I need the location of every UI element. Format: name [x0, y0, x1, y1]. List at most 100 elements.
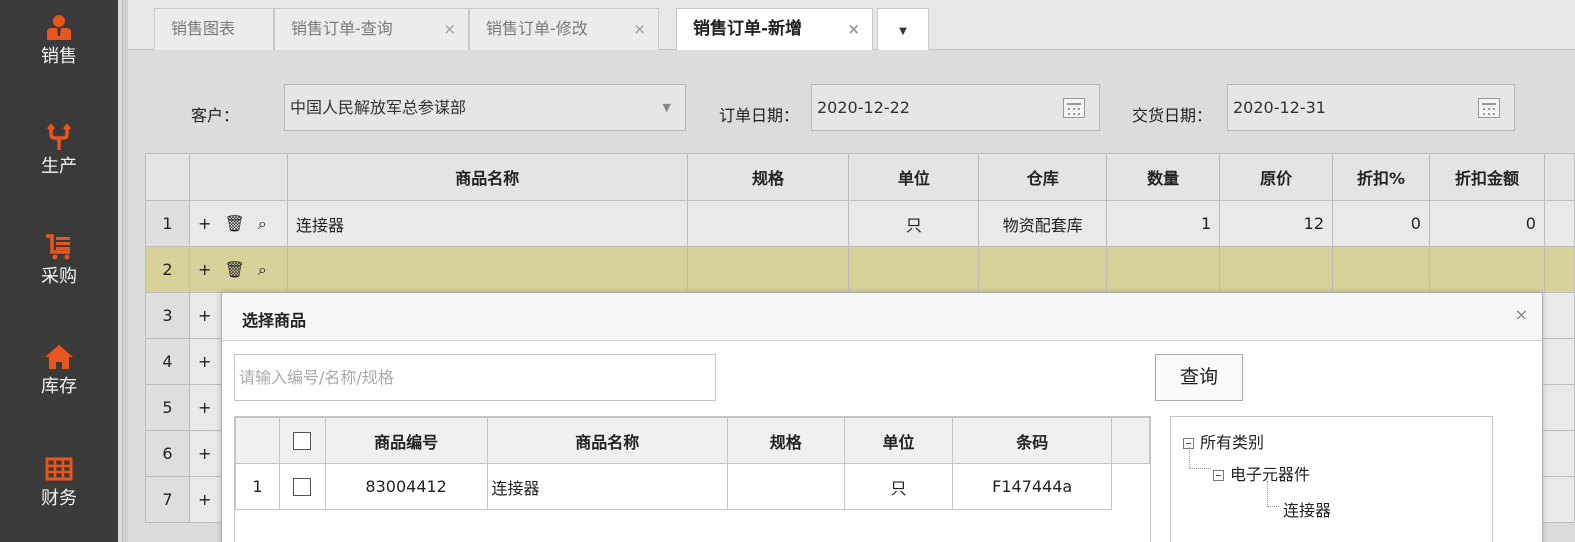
cell-warehouse[interactable]: 物资配套库 [978, 200, 1108, 247]
column-header[interactable]: 单位 [843, 417, 954, 464]
column-header[interactable]: 仓库 [978, 153, 1108, 201]
cell-discount-amt[interactable]: 0 [1428, 200, 1545, 247]
cell-name[interactable]: 连接器 [286, 200, 688, 247]
table-row[interactable]: 1 83004412 连接器 只 F147444a [235, 463, 1150, 510]
close-icon[interactable]: × [847, 9, 860, 49]
select-all-checkbox[interactable] [278, 417, 326, 464]
cell-qty[interactable]: 1 [1106, 200, 1221, 247]
nav-item-finance[interactable]: 财务 [0, 456, 118, 510]
tab-sales-chart[interactable]: 销售图表 [154, 8, 274, 50]
row-number: 7 [145, 476, 190, 523]
product-header-row: 商品编号 商品名称 规格 单位 条码 [235, 417, 1150, 464]
cell-unit: 只 [843, 463, 954, 510]
order-date-field[interactable]: 2020-12-22 [811, 84, 1100, 131]
customer-value: 中国人民解放军总参谋部 [290, 98, 467, 117]
column-header[interactable]: 条码 [952, 417, 1113, 464]
customer-label: 客户： [191, 106, 240, 125]
dialog-header: 选择商品 × [222, 293, 1542, 341]
cell-discount-pct[interactable]: 0 [1332, 200, 1430, 247]
tab-label: 销售订单-修改 [486, 19, 588, 38]
column-header[interactable]: 商品名称 [286, 153, 688, 201]
cell-price[interactable]: 12 [1219, 200, 1334, 247]
row-number: 2 [145, 246, 190, 293]
grid-header-row: 商品名称 规格 单位 仓库 数量 原价 折扣% 折扣金额 [145, 153, 1575, 201]
nav-label: 采购 [41, 266, 77, 287]
nav-item-sales[interactable]: 销售 [0, 14, 118, 68]
cell-spec[interactable] [686, 200, 850, 247]
calendar-icon[interactable] [1063, 98, 1085, 118]
tab-label: 销售订单-新增 [693, 19, 803, 39]
tab-sales-order-new[interactable]: 销售订单-新增 × [676, 8, 873, 51]
cell-unit[interactable]: 只 [848, 200, 980, 247]
row-actions[interactable]: + 🗑 ⌕ [188, 200, 288, 247]
tab-sales-order-edit[interactable]: 销售订单-修改 × [469, 8, 659, 50]
column-header[interactable]: 单位 [848, 153, 980, 201]
cart-icon [46, 234, 70, 260]
column-header[interactable]: 商品编号 [324, 417, 488, 464]
row-number: 1 [145, 200, 190, 247]
column-header[interactable]: 规格 [686, 153, 850, 201]
delivery-date-label: 交货日期： [1132, 106, 1213, 125]
column-header[interactable]: 折扣% [1332, 153, 1430, 201]
left-nav: 销售 生产 采购 库存 财务 [0, 0, 118, 542]
tree-node-child[interactable]: 电子元器件 [1213, 461, 1310, 485]
close-icon[interactable]: × [443, 9, 456, 49]
search-input[interactable]: 请输入编号/名称/规格 [234, 354, 716, 401]
nav-item-production[interactable]: 生产 [0, 124, 118, 178]
nav-label: 销售 [41, 46, 77, 67]
cell-name[interactable] [286, 246, 688, 293]
nav-label: 生产 [41, 156, 77, 177]
query-button[interactable]: 查询 [1155, 354, 1243, 401]
nav-label: 库存 [41, 376, 77, 397]
collapse-icon[interactable] [1213, 470, 1224, 481]
tab-label: 销售图表 [171, 19, 236, 38]
tab-label: 销售订单-查询 [291, 19, 393, 38]
delivery-date-field[interactable]: 2020-12-31 [1227, 84, 1515, 131]
column-header[interactable]: 原价 [1219, 153, 1334, 201]
home-icon [45, 345, 73, 369]
tab-dropdown[interactable]: ▼ [877, 8, 929, 50]
fork-icon [47, 124, 71, 150]
close-icon[interactable]: × [633, 9, 646, 49]
column-header[interactable]: 折扣金额 [1428, 153, 1545, 201]
customer-select[interactable]: 中国人民解放军总参谋部 ▼ [284, 84, 686, 131]
table-row-selected[interactable]: 2 + 🗑 ⌕ [145, 246, 1575, 293]
column-header[interactable]: 规格 [726, 417, 845, 464]
grid-icon [45, 457, 73, 481]
cell-barcode: F147444a [952, 463, 1113, 510]
close-icon[interactable]: × [1515, 305, 1528, 324]
column-header[interactable]: 数量 [1106, 153, 1221, 201]
order-date-value: 2020-12-22 [817, 98, 910, 117]
salesperson-icon [47, 15, 71, 40]
row-number: 4 [145, 338, 190, 385]
select-product-dialog: 选择商品 × 请输入编号/名称/规格 查询 商品编号 商品名称 规格 单位 条码… [221, 292, 1543, 542]
chevron-down-icon: ▼ [899, 26, 907, 37]
column-header [145, 153, 190, 201]
order-date-label: 订单日期： [719, 106, 800, 125]
delivery-date-value: 2020-12-31 [1233, 98, 1326, 117]
table-row[interactable]: 1 + 🗑 ⌕ 连接器 只 物资配套库 1 12 0 0 [145, 200, 1575, 247]
nav-label: 财务 [41, 488, 77, 509]
product-table: 商品编号 商品名称 规格 单位 条码 1 83004412 连接器 只 F147… [234, 416, 1151, 542]
cell-name: 连接器 [486, 463, 728, 510]
row-number: 6 [145, 430, 190, 477]
chevron-down-icon: ▼ [662, 101, 671, 114]
row-number: 1 [235, 463, 280, 510]
nav-item-inventory[interactable]: 库存 [0, 344, 118, 398]
tab-bar: 销售图表 销售订单-查询 × 销售订单-修改 × 销售订单-新增 × ▼ [128, 0, 1575, 51]
cell-code: 83004412 [324, 463, 488, 510]
category-tree: 所有类别 电子元器件 连接器 [1170, 416, 1493, 542]
column-header-extra [1543, 153, 1575, 201]
row-number: 5 [145, 384, 190, 431]
column-header[interactable]: 商品名称 [486, 417, 728, 464]
order-header-form: 客户： 中国人民解放军总参谋部 ▼ 订单日期： 2020-12-22 交货日期：… [128, 50, 1575, 153]
calendar-icon[interactable] [1478, 98, 1500, 118]
row-checkbox[interactable] [278, 463, 326, 510]
cell-spec [726, 463, 845, 510]
tree-node-leaf[interactable]: 连接器 [1283, 497, 1331, 521]
dialog-title: 选择商品 [242, 311, 307, 330]
row-number: 3 [145, 292, 190, 339]
row-actions[interactable]: + 🗑 ⌕ [188, 246, 288, 293]
tab-sales-order-query[interactable]: 销售订单-查询 × [274, 8, 469, 50]
nav-item-purchase[interactable]: 采购 [0, 234, 118, 288]
